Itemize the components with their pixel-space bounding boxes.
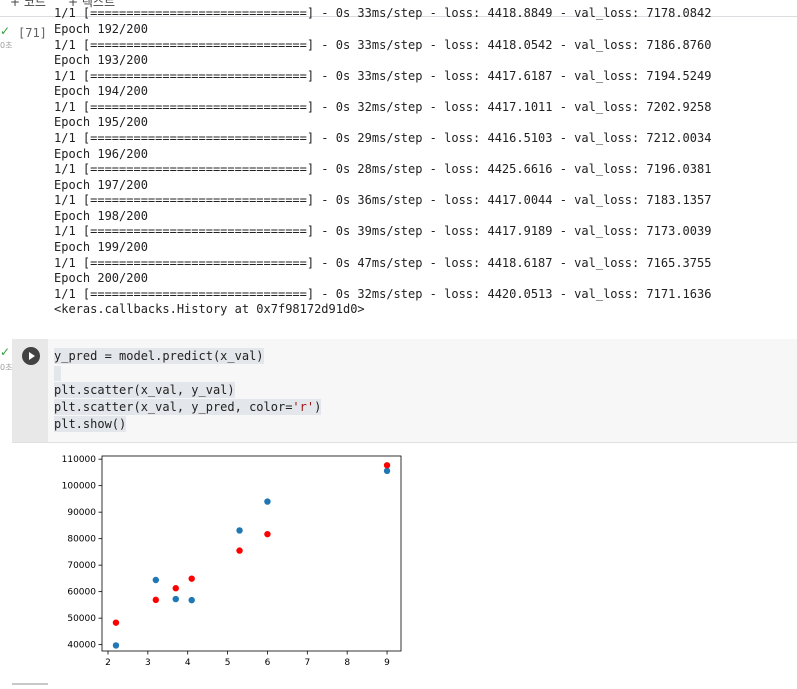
scatter-plot: 2 3 4 5 6 7 8 9 40000 50000 60000 70000 80000 90000 10… (62, 455, 402, 668)
y-tick-label: 50000 (67, 614, 96, 624)
y-tick-label: 60000 (67, 588, 96, 598)
x-tick-label: 7 (304, 658, 310, 668)
x-tick-label: 2 (105, 658, 111, 668)
predicted-value-point (152, 596, 160, 604)
log-line: 1/1 [==============================] - 0… (54, 6, 712, 20)
code-line-predict[interactable]: y_pred = model.predict(x_val) (54, 348, 264, 364)
y-tick-label: 90000 (67, 508, 96, 518)
execution-count: [71] (18, 26, 47, 40)
log-line: Epoch 194/200 (54, 84, 148, 98)
log-line: Epoch 199/200 (54, 240, 148, 254)
log-line: Epoch 196/200 (54, 147, 148, 161)
log-line: 1/1 [==============================] - 0… (54, 131, 712, 145)
cell-bottom-edge (12, 683, 48, 685)
predicted-value-point (264, 530, 271, 538)
actual-value-point (188, 596, 195, 604)
y-tick-label: 80000 (67, 535, 96, 545)
add-code-button[interactable]: + 코드 (10, 0, 46, 10)
empty-code-line[interactable] (54, 366, 61, 381)
log-line: 1/1 [==============================] - 0… (54, 256, 712, 270)
actual-value-point (264, 498, 271, 505)
y-tick-label: 110000 (62, 455, 97, 465)
actual-value-point (152, 576, 160, 584)
cell-exec-time: 0초 (0, 363, 13, 372)
plot-axes-frame (101, 455, 402, 652)
predicted-value-point (236, 547, 243, 554)
log-line: Epoch 193/200 (54, 53, 148, 67)
x-tick-label: 4 (185, 658, 191, 668)
log-line: 1/1 [==============================] - 0… (54, 162, 712, 176)
cell-success-check-icon: ✓ (0, 24, 11, 38)
predicted-value-point (112, 619, 120, 626)
actual-value-point (383, 467, 391, 475)
x-tick-label: 9 (384, 658, 390, 668)
scatter-plot-output: 2 3 4 5 6 7 8 9 40000 50000 60000 70000 80000 90000 10… (54, 450, 414, 679)
actual-value-point (112, 642, 120, 649)
cell-success-check-icon: ✓ (0, 345, 11, 359)
log-line: <keras.callbacks.History at 0x7f98172d91… (54, 302, 365, 316)
run-cell-button[interactable] (22, 347, 40, 365)
y-tick-label: 40000 (67, 641, 96, 651)
log-line: 1/1 [==============================] - 0… (54, 69, 712, 83)
cell-exec-time: 0초 (0, 41, 13, 50)
predicted-value-point (172, 585, 179, 592)
log-line: 1/1 [==============================] - 0… (54, 100, 712, 114)
x-tick-label: 3 (145, 658, 151, 668)
log-line: Epoch 198/200 (54, 209, 148, 223)
log-line: 1/1 [==============================] - 0… (54, 224, 712, 238)
y-tick-label: 70000 (67, 561, 96, 571)
log-line: Epoch 195/200 (54, 115, 148, 129)
actual-value-point (236, 527, 243, 534)
log-line: Epoch 192/200 (54, 22, 148, 36)
code-text: ) (314, 400, 322, 414)
code-line-scatter-pred[interactable]: plt.scatter(x_val, y_pred, color='r') (54, 399, 322, 415)
code-line-show[interactable]: plt.show() (54, 416, 127, 432)
log-line: 1/1 [==============================] - 0… (54, 287, 712, 301)
predicted-value-point (383, 462, 391, 469)
y-tick-label: 100000 (62, 482, 97, 492)
x-tick-label: 6 (265, 658, 271, 668)
code-string-literal: 'r' (292, 400, 315, 414)
x-tick-label: 8 (344, 658, 350, 668)
log-line: 1/1 [==============================] - 0… (54, 193, 712, 207)
log-line: Epoch 197/200 (54, 178, 148, 192)
x-tick-label: 5 (225, 658, 231, 668)
predicted-value-point (188, 575, 195, 582)
log-line: Epoch 200/200 (54, 271, 148, 285)
actual-value-point (172, 595, 179, 603)
cell-output-divider (12, 442, 797, 443)
log-line: 1/1 [==============================] - 0… (54, 38, 712, 52)
code-text: plt.scatter(x_val, y_pred, color= (54, 400, 293, 414)
code-line-scatter-true[interactable]: plt.scatter(x_val, y_val) (54, 382, 235, 398)
